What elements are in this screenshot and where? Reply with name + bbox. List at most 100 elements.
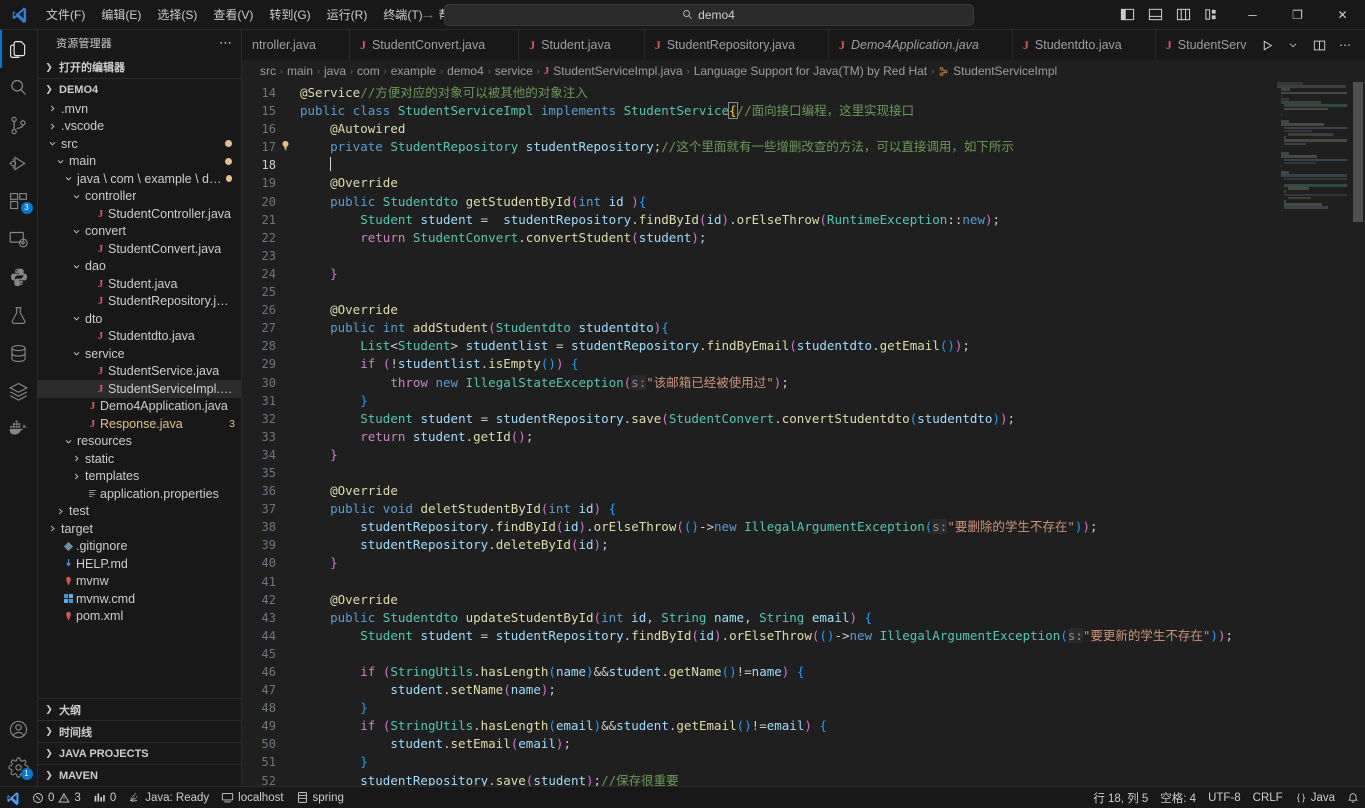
tree-item-.gitignore[interactable]: .gitignore — [38, 538, 241, 556]
activity-bar-item-docker[interactable] — [0, 410, 38, 448]
code-line-34[interactable]: } — [298, 446, 1365, 464]
section-maven[interactable]: ❯ MAVEN — [38, 764, 241, 786]
activity-bar-item-accounts[interactable] — [0, 710, 38, 748]
activity-bar-item-extensions[interactable]: 3 — [0, 182, 38, 220]
code-line-39[interactable]: studentRepository.deleteById(id); — [298, 536, 1365, 554]
code-line-25[interactable] — [298, 283, 1365, 301]
chevron-down-icon[interactable] — [1281, 33, 1305, 57]
chevron-right-icon[interactable] — [56, 507, 69, 516]
code-line-16[interactable]: @Autowired — [298, 120, 1365, 138]
menu-view[interactable]: 查看(V) — [205, 4, 261, 26]
menu-edit[interactable]: 编辑(E) — [93, 4, 149, 26]
lightbulb-icon[interactable] — [280, 139, 291, 152]
split-editor-icon[interactable] — [1307, 33, 1331, 57]
tree-item-help.md[interactable]: HELP.md — [38, 555, 241, 573]
breadcrumb-item-demo4[interactable]: demo4 — [447, 64, 484, 78]
tree-item-response.java[interactable]: J Response.java 3 — [38, 415, 241, 433]
code-line-32[interactable]: Student student = studentRepository.save… — [298, 410, 1365, 428]
chevron-right-icon[interactable] — [48, 104, 61, 113]
tree-item-application.properties[interactable]: application.properties — [38, 485, 241, 503]
code-line-22[interactable]: return StudentConvert.convertStudent(stu… — [298, 229, 1365, 247]
code-line-21[interactable]: Student student = studentRepository.find… — [298, 211, 1365, 229]
tree-item-java-com-example-demo4[interactable]: java \ com \ example \ demo4 — [38, 170, 241, 188]
tree-item-demo4application.java[interactable]: J Demo4Application.java — [38, 398, 241, 416]
chevron-right-icon[interactable] — [48, 524, 61, 533]
window-close-button[interactable]: ✕ — [1320, 0, 1365, 30]
breadcrumb-item-studentserviceimpl[interactable]: StudentServiceImpl — [938, 64, 1057, 78]
go-forward-icon[interactable]: → — [421, 7, 436, 22]
tree-item-mvnw[interactable]: mvnw — [38, 573, 241, 591]
activity-bar-item-testing[interactable] — [0, 296, 38, 334]
breadcrumb[interactable]: src › main › java › com › example › demo4 › service ›… — [242, 60, 1365, 82]
code-line-24[interactable]: } — [298, 265, 1365, 283]
tree-item-target[interactable]: target — [38, 520, 241, 538]
window-maximize-button[interactable]: ❐ — [1275, 0, 1320, 30]
command-center[interactable]: demo4 — [443, 3, 974, 26]
tree-item-studentcontroller.java[interactable]: J StudentController.java — [38, 205, 241, 223]
code-line-27[interactable]: public int addStudent(Studentdto student… — [298, 319, 1365, 337]
breadcrumb-item-com[interactable]: com — [357, 64, 380, 78]
code-line-18[interactable] — [298, 156, 1365, 174]
activity-bar-item-run-and-debug[interactable] — [0, 144, 38, 182]
code-line-30[interactable]: throw new IllegalStateException(s:"该邮箱已经… — [298, 374, 1365, 392]
code-line-23[interactable] — [298, 247, 1365, 265]
code-line-40[interactable]: } — [298, 554, 1365, 572]
chevron-down-icon[interactable] — [72, 262, 85, 271]
panel-bottom-icon[interactable] — [1142, 4, 1168, 26]
tree-item-convert[interactable]: convert — [38, 223, 241, 241]
window-minimize-button[interactable]: ─ — [1230, 0, 1275, 30]
code-line-26[interactable]: @Override — [298, 301, 1365, 319]
activity-bar-item-manage-settings[interactable]: 1 — [0, 748, 38, 786]
editor-tab-student.java[interactable]: JStudent.java✕ — [519, 30, 645, 60]
menu-selection[interactable]: 选择(S) — [149, 4, 205, 26]
status-localhost[interactable]: localhost — [215, 787, 289, 808]
code-line-17[interactable]: private StudentRepository studentReposit… — [298, 138, 1365, 156]
editor-tab-demo4application.java[interactable]: JDemo4Application.java✕ — [829, 30, 1013, 60]
tree-item-dao[interactable]: dao — [38, 258, 241, 276]
chevron-right-icon[interactable] — [72, 472, 85, 481]
sidebar-more-actions-icon[interactable]: ⋯ — [219, 35, 233, 51]
section-project-root[interactable]: ❯ DEMO4 — [38, 78, 241, 100]
status-editor-indentation[interactable]: 空格: 4 — [1154, 787, 1202, 808]
code-line-20[interactable]: public Studentdto getStudentById(int id … — [298, 193, 1365, 211]
activity-bar-item-search[interactable] — [0, 68, 38, 106]
code-line-14[interactable]: @Service//方便对应的对象可以被其他的对象注入 — [298, 84, 1365, 102]
breadcrumb-item-language-support-for-java-tm-by-red-hat[interactable]: Language Support for Java(TM) by Red Hat — [694, 64, 927, 78]
menu-run[interactable]: 运行(R) — [319, 4, 376, 26]
code-editor[interactable]: 14 15 16 17 18 19 20 21 22 23 24 25 26 27 28 29 30 31 32 33… — [242, 82, 1365, 786]
chevron-down-icon[interactable] — [56, 157, 69, 166]
code-content[interactable]: @Service//方便对应的对象可以被其他的对象注入 public class … — [298, 82, 1365, 786]
section-outline[interactable]: ❯ 大纲 — [38, 698, 241, 720]
tree-item-mvnw.cmd[interactable]: mvnw.cmd — [38, 590, 241, 608]
code-line-42[interactable]: @Override — [298, 591, 1365, 609]
tree-item-static[interactable]: static — [38, 450, 241, 468]
tree-item-service[interactable]: service — [38, 345, 241, 363]
activity-bar-item-layers[interactable] — [0, 372, 38, 410]
code-line-19[interactable]: @Override — [298, 174, 1365, 192]
chevron-down-icon[interactable] — [72, 227, 85, 236]
chevron-right-icon[interactable] — [72, 454, 85, 463]
section-java-projects[interactable]: ❯ JAVA PROJECTS — [38, 742, 241, 764]
breadcrumb-item-studentserviceimpl.java[interactable]: J StudentServiceImpl.java — [544, 64, 683, 78]
go-back-icon[interactable]: ← — [392, 7, 407, 22]
code-line-28[interactable]: List<Student> studentlist = studentRepos… — [298, 337, 1365, 355]
editor-tab-studentdto.java[interactable]: JStudentdto.java✕ — [1012, 30, 1156, 60]
tree-item-main[interactable]: main — [38, 153, 241, 171]
code-line-41[interactable] — [298, 573, 1365, 591]
status-editor-eol[interactable]: CRLF — [1247, 787, 1289, 808]
editor-scrollbar[interactable] — [1351, 82, 1365, 786]
code-line-35[interactable] — [298, 464, 1365, 482]
activity-bar-item-remote-explorer[interactable] — [0, 220, 38, 258]
code-line-48[interactable]: } — [298, 699, 1365, 717]
tree-item-studentrepository.java[interactable]: J StudentRepository.java — [38, 293, 241, 311]
ellipsis-icon[interactable]: ⋯ — [1333, 33, 1357, 57]
code-line-29[interactable]: if (!studentlist.isEmpty()) { — [298, 355, 1365, 373]
status-problems[interactable]: 0 3 — [26, 787, 87, 808]
panel-right-icon[interactable] — [1170, 4, 1196, 26]
code-line-36[interactable]: @Override — [298, 482, 1365, 500]
tree-item-.vscode[interactable]: .vscode — [38, 118, 241, 136]
status-editor-position[interactable]: 行 18, 列 5 — [1087, 787, 1154, 808]
tree-item-.mvn[interactable]: .mvn — [38, 100, 241, 118]
breadcrumb-item-example[interactable]: example — [391, 64, 436, 78]
panel-left-icon[interactable] — [1114, 4, 1140, 26]
